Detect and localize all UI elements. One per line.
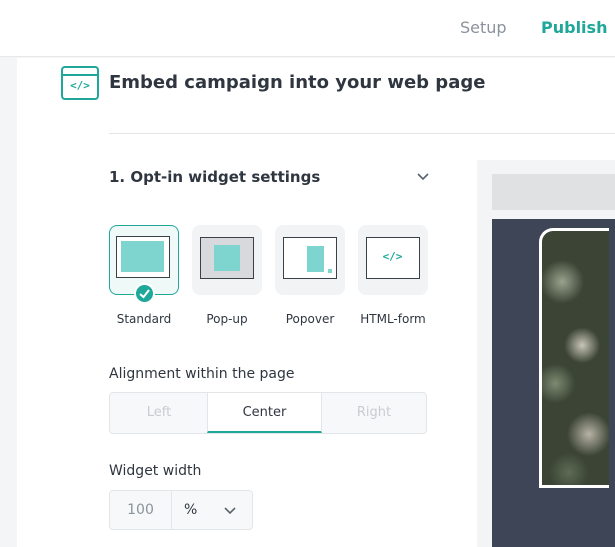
alignment-selector: Left Center Right <box>109 392 427 434</box>
width-unit-select[interactable]: % <box>184 491 197 529</box>
widget-type-html-form-label: HTML-form <box>360 312 426 326</box>
code-embed-icon: </> <box>61 66 99 100</box>
section-title[interactable]: 1. Opt-in widget settings <box>109 168 320 186</box>
embed-panel: </> Embed campaign into your web page 1.… <box>17 58 615 547</box>
preview-image <box>539 228 609 488</box>
check-icon <box>134 283 155 304</box>
widget-type-popup[interactable] <box>192 225 262 295</box>
widget-type-popover-label: Popover <box>285 312 335 326</box>
alignment-label: Alignment within the page <box>109 366 295 382</box>
widget-preview <box>477 160 615 547</box>
tab-setup[interactable]: Setup <box>460 18 507 37</box>
popup-layout-icon <box>200 237 254 279</box>
html-form-icon: </> <box>366 237 420 279</box>
widget-type-popup-label: Pop-up <box>206 312 248 326</box>
align-left-option[interactable]: Left <box>110 393 208 433</box>
widget-type-popover[interactable] <box>275 225 345 295</box>
preview-browser-bar <box>492 174 615 210</box>
popover-layout-icon <box>283 237 337 279</box>
panel-title: Embed campaign into your web page <box>109 72 486 93</box>
divider <box>109 133 615 134</box>
align-right-option[interactable]: Right <box>322 393 426 433</box>
widget-type-html-form[interactable]: </> <box>358 225 428 295</box>
widget-type-standard-label: Standard <box>116 312 172 326</box>
width-label: Widget width <box>109 463 202 479</box>
chevron-down-icon[interactable] <box>416 169 430 183</box>
chevron-down-icon[interactable] <box>224 504 236 516</box>
widget-width-control: 100 % <box>109 490 253 530</box>
widget-type-standard[interactable] <box>109 225 179 304</box>
align-center-option[interactable]: Center <box>207 393 322 433</box>
top-bar: Setup Publish <box>0 0 615 57</box>
tab-publish[interactable]: Publish <box>541 18 607 37</box>
width-input[interactable]: 100 <box>110 491 172 529</box>
standard-layout-icon <box>116 236 170 278</box>
